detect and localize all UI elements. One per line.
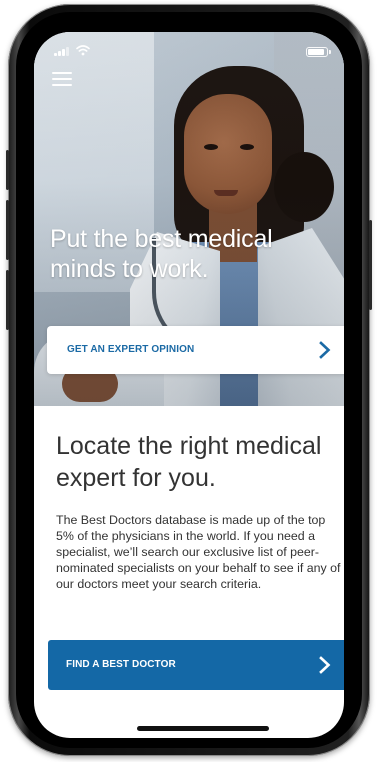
volume-down-button <box>6 270 9 330</box>
wifi-icon <box>76 45 90 56</box>
hero-headline: Put the best medical minds to work. <box>50 225 273 283</box>
section-body: The Best Doctors database is made up of … <box>56 513 341 591</box>
side-button-left <box>6 150 9 190</box>
cellular-signal-icon <box>54 47 72 56</box>
hamburger-menu-icon[interactable] <box>52 70 74 88</box>
chevron-right-icon <box>319 341 331 359</box>
find-a-best-doctor-label: FIND A BEST DOCTOR <box>66 659 176 670</box>
battery-level <box>308 49 324 55</box>
find-a-best-doctor-button[interactable]: FIND A BEST DOCTOR <box>48 640 344 690</box>
chevron-right-icon <box>319 656 331 674</box>
home-indicator[interactable] <box>137 726 269 731</box>
battery-icon <box>306 47 331 57</box>
get-expert-opinion-button[interactable]: GET AN EXPERT OPINION <box>47 326 344 374</box>
section-title: Locate the right medical expert for you. <box>56 432 322 492</box>
power-button <box>369 220 372 310</box>
status-bar <box>34 32 344 62</box>
volume-up-button <box>6 200 9 260</box>
get-expert-opinion-label: GET AN EXPERT OPINION <box>67 344 195 355</box>
app-screen: Put the best medical minds to work. GET … <box>34 32 344 738</box>
